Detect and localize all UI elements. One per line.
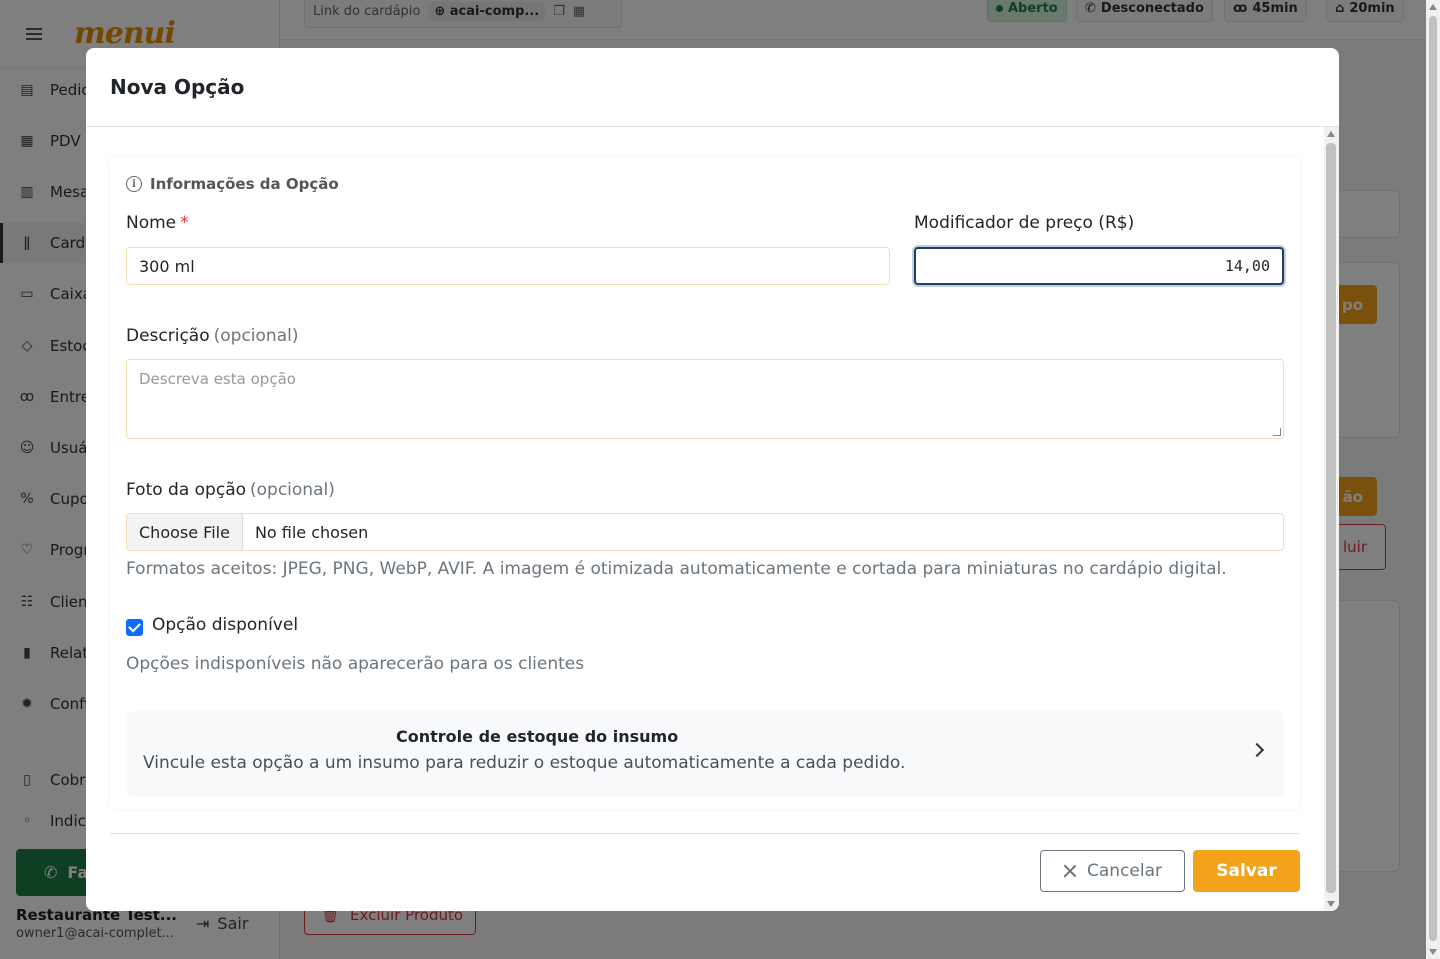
- available-checkbox[interactable]: [126, 619, 143, 636]
- modal-title: Nova Opção: [110, 75, 245, 99]
- section-title: i Informações da Opção: [126, 175, 339, 193]
- modal-body: i Informações da Opção Nome * 300 ml Modi…: [86, 127, 1324, 833]
- stock-control-title: Controle de estoque do insumo: [396, 727, 679, 746]
- photo-help-text: Formatos aceitos: JPEG, PNG, WebP, AVIF.…: [126, 559, 1227, 579]
- available-help-text: Opções indisponíveis não aparecerão para…: [126, 654, 585, 674]
- description-textarea[interactable]: Descreva esta opção: [126, 359, 1284, 439]
- stock-control-description: Vincule esta opção a um insumo para redu…: [143, 753, 906, 773]
- name-label: Nome *: [126, 213, 189, 233]
- description-label: Descrição (opcional): [126, 326, 299, 346]
- name-input[interactable]: 300 ml: [126, 247, 890, 285]
- price-modifier-input[interactable]: 14,00: [914, 247, 1284, 285]
- info-icon: i: [126, 176, 142, 192]
- stock-control-link[interactable]: Controle de estoque do insumo Vincule es…: [126, 711, 1284, 797]
- scrollbar-thumb[interactable]: [1429, 16, 1437, 941]
- description-placeholder: Descreva esta opção: [139, 370, 296, 388]
- page-scrollbar[interactable]: [1426, 0, 1440, 959]
- save-button[interactable]: Salvar: [1193, 850, 1300, 892]
- scroll-up-icon[interactable]: [1429, 4, 1437, 10]
- chevron-right-icon: [1249, 742, 1265, 758]
- required-mark: *: [180, 213, 189, 233]
- modal-scrollbar-thumb[interactable]: [1326, 143, 1336, 893]
- price-label: Modificador de preço (R$): [914, 213, 1135, 233]
- choose-file-button[interactable]: Choose File: [127, 514, 243, 550]
- option-info-section: i Informações da Opção Nome * 300 ml Modi…: [110, 157, 1300, 809]
- file-status: No file chosen: [254, 522, 369, 542]
- new-option-modal: Nova Opção i Informações da Opção Nome * …: [86, 48, 1339, 911]
- cancel-button[interactable]: Cancelar: [1040, 850, 1185, 892]
- available-label[interactable]: Opção disponível: [152, 615, 298, 635]
- photo-file-input[interactable]: Choose File No file chosen: [126, 513, 1284, 551]
- scroll-up-icon[interactable]: [1327, 131, 1335, 137]
- resize-handle-icon[interactable]: [1273, 428, 1281, 436]
- photo-label: Foto da opção (opcional): [126, 480, 335, 500]
- modal-header: Nova Opção: [86, 48, 1339, 127]
- scroll-down-icon[interactable]: [1429, 949, 1437, 955]
- modal-scrollbar[interactable]: [1324, 127, 1339, 911]
- modal-footer: Cancelar Salvar: [110, 833, 1300, 911]
- scroll-down-icon[interactable]: [1327, 901, 1335, 907]
- close-icon: [1063, 864, 1077, 878]
